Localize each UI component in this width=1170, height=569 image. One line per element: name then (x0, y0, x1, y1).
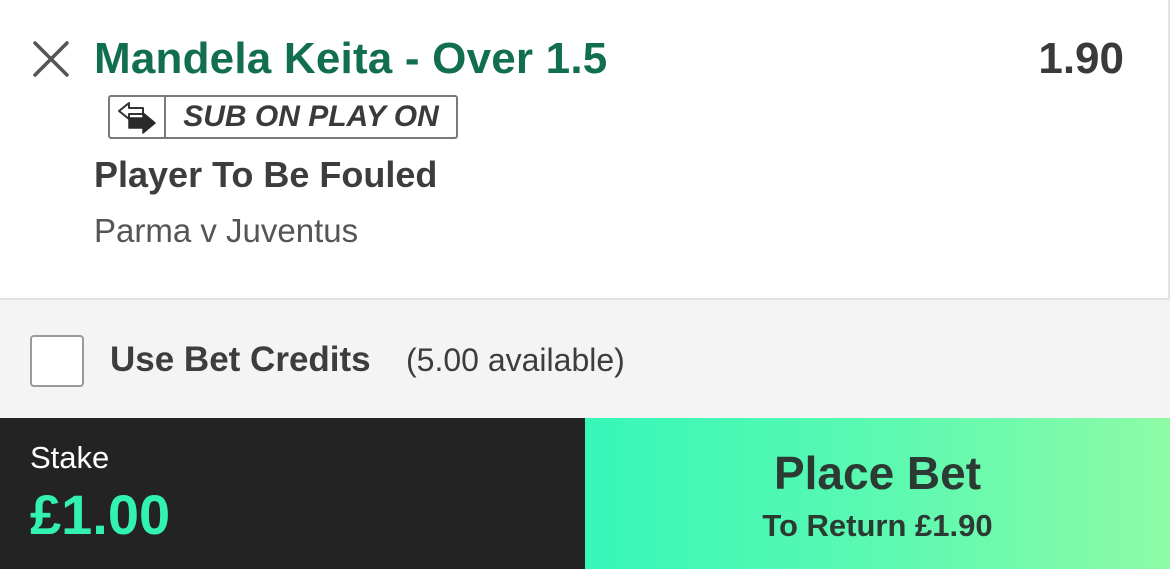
bet-credits-row: Use Bet Credits (5.00 available) (0, 300, 1170, 418)
use-bet-credits-label[interactable]: Use Bet Credits (110, 340, 371, 380)
event-name: Parma v Juventus (94, 212, 359, 249)
place-bet-button[interactable]: Place Bet To Return £1.90 (585, 418, 1170, 569)
stake-value: £1.00 (30, 483, 171, 546)
selection-title: Mandela Keita - Over 1.5 (94, 34, 608, 83)
bet-slip: Mandela Keita - Over 1.5 1.90 SUB ON PLA… (0, 0, 1170, 569)
stake-input[interactable]: Stake £1.00 (0, 418, 585, 569)
bet-selection-card: Mandela Keita - Over 1.5 1.90 SUB ON PLA… (0, 0, 1170, 300)
sub-on-play-on-badge: SUB ON PLAY ON (108, 95, 458, 139)
place-bet-label: Place Bet (773, 447, 982, 499)
remove-selection-button[interactable] (28, 36, 74, 82)
use-bet-credits-checkbox[interactable] (30, 335, 84, 387)
credits-available-text: (5.00 available) (406, 342, 625, 378)
selection-odds: 1.90 (1038, 34, 1124, 83)
potential-return-text: To Return £1.90 (762, 508, 993, 543)
close-icon (33, 41, 69, 77)
market-name: Player To Be Fouled (94, 154, 438, 195)
stake-label: Stake (30, 440, 110, 475)
substitution-swap-icon (110, 97, 166, 137)
badge-label: SUB ON PLAY ON (183, 100, 439, 133)
